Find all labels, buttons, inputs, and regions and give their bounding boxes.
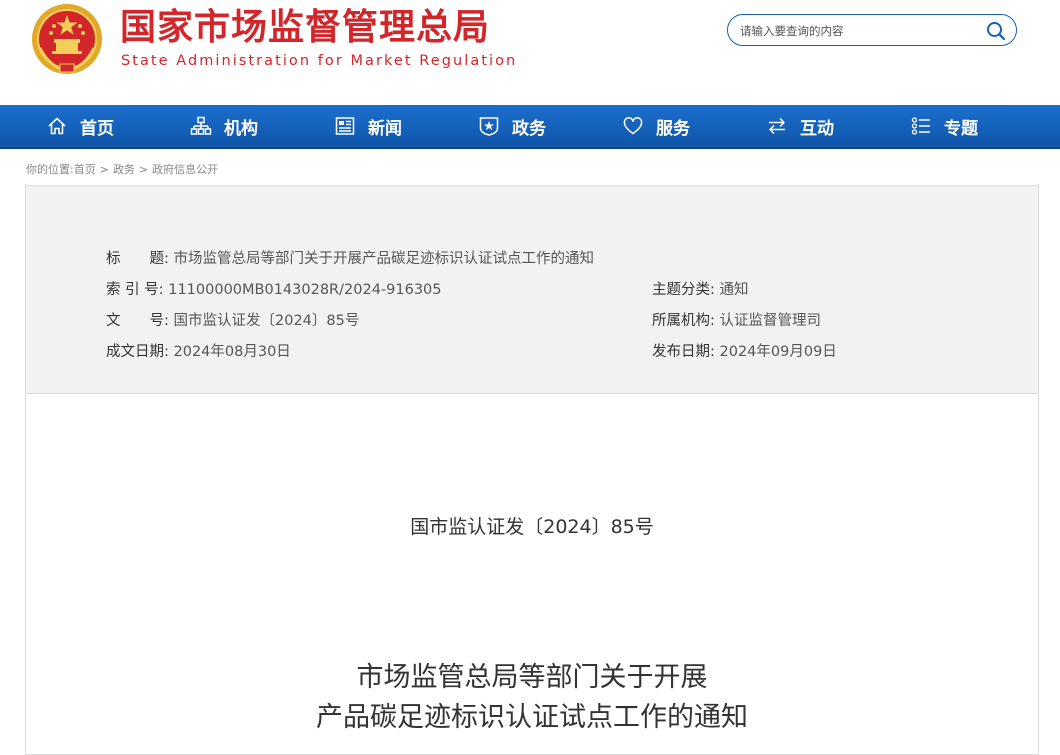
meta-docno-value: 国市监认证发〔2024〕85号 — [173, 313, 360, 329]
meta-title-label: 标 题: — [106, 251, 169, 267]
meta-published-label: 发布日期: — [652, 344, 715, 360]
meta-created-row: 成文日期: 2024年08月30日 — [106, 342, 291, 362]
breadcrumb-item-government-affairs[interactable]: 政务 — [113, 163, 135, 176]
meta-subject-value: 通知 — [719, 282, 749, 298]
meta-dept-value: 认证监督管理司 — [719, 313, 822, 329]
meta-created-value: 2024年08月30日 — [173, 344, 291, 360]
nav-item-news[interactable]: 新闻 — [334, 105, 402, 147]
nav-label: 互动 — [800, 118, 834, 139]
meta-docno-label: 文 号: — [106, 313, 169, 329]
nav-label: 专题 — [944, 118, 978, 139]
meta-dept-row: 所属机构: 认证监督管理司 — [652, 311, 821, 331]
newspaper-icon — [335, 117, 355, 135]
meta-title-row: 标 题: 市场监管总局等部门关于开展产品碳足迹标识认证试点工作的通知 — [106, 249, 594, 269]
meta-published-value: 2024年09月09日 — [719, 344, 837, 360]
topic-list-icon — [911, 117, 930, 135]
breadcrumb-item-gov-info-disclosure[interactable]: 政府信息公开 — [152, 163, 218, 176]
search-input[interactable] — [738, 20, 982, 42]
nav-label: 服务 — [656, 118, 690, 139]
meta-title-value: 市场监管总局等部门关于开展产品碳足迹标识认证试点工作的通知 — [173, 251, 595, 267]
nav-item-organization[interactable]: 机构 — [190, 105, 258, 147]
nav-item-government-affairs[interactable]: 政务 — [478, 105, 546, 147]
document-title-line: 市场监管总局等部门关于开展 — [356, 662, 708, 693]
breadcrumb-prefix: 你的位置: — [26, 163, 74, 176]
nav-item-topics[interactable]: 专题 — [910, 105, 978, 147]
meta-subject-label: 主题分类: — [652, 282, 715, 298]
document-metadata: 标 题: 市场监管总局等部门关于开展产品碳足迹标识认证试点工作的通知 索 引 号… — [26, 186, 1038, 394]
breadcrumb-separator: > — [138, 163, 149, 176]
exchange-arrows-icon — [769, 117, 785, 135]
nav-label: 机构 — [224, 118, 258, 139]
site-subtitle-en: State Administration for Market Regulati… — [121, 53, 518, 69]
article-panel: 标 题: 市场监管总局等部门关于开展产品碳足迹标识认证试点工作的通知 索 引 号… — [25, 185, 1039, 755]
document-number: 国市监认证发〔2024〕85号 — [410, 516, 654, 538]
document-title-line: 产品碳足迹标识认证试点工作的通知 — [316, 702, 748, 733]
meta-dept-label: 所属机构: — [652, 313, 715, 329]
org-chart-icon — [190, 116, 212, 135]
nav-label: 政务 — [512, 118, 546, 139]
breadcrumb-separator: > — [99, 163, 109, 176]
home-icon — [48, 117, 66, 135]
search-box — [727, 14, 1017, 46]
site-title: 国家市场监督管理总局 — [120, 7, 491, 48]
meta-index-value: 11100000MB0143028R/2024-916305 — [168, 282, 442, 298]
meta-published-row: 发布日期: 2024年09月09日 — [652, 342, 837, 362]
document-title: 市场监管总局等部门关于开展 产品碳足迹标识认证试点工作的通知 — [26, 658, 1038, 738]
nav-item-home[interactable]: 首页 — [46, 105, 114, 147]
breadcrumb: 你的位置:首页 > 政务 > 政府信息公开 — [26, 161, 218, 177]
nav-label: 新闻 — [368, 118, 402, 139]
meta-subject-row: 主题分类: 通知 — [652, 280, 749, 300]
breadcrumb-item-home[interactable]: 首页 — [74, 163, 96, 176]
national-emblem-icon[interactable] — [30, 2, 104, 76]
search-icon[interactable] — [986, 21, 1006, 41]
meta-created-label: 成文日期: — [106, 344, 169, 360]
nav-label: 首页 — [80, 118, 114, 139]
shield-star-icon — [479, 117, 499, 136]
meta-index-label: 索 引 号: — [106, 282, 164, 298]
main-nav: 首页 机构 新闻 政务 服务 互动 专题 — [0, 105, 1060, 149]
meta-index-row: 索 引 号: 11100000MB0143028R/2024-916305 — [106, 280, 442, 300]
site-header: 国家市场监督管理总局 State Administration for Mark… — [0, 0, 1060, 104]
nav-item-services[interactable]: 服务 — [622, 105, 690, 147]
nav-item-interaction[interactable]: 互动 — [766, 105, 834, 147]
meta-docno-row: 文 号: 国市监认证发〔2024〕85号 — [106, 311, 359, 331]
heart-icon — [623, 117, 643, 135]
